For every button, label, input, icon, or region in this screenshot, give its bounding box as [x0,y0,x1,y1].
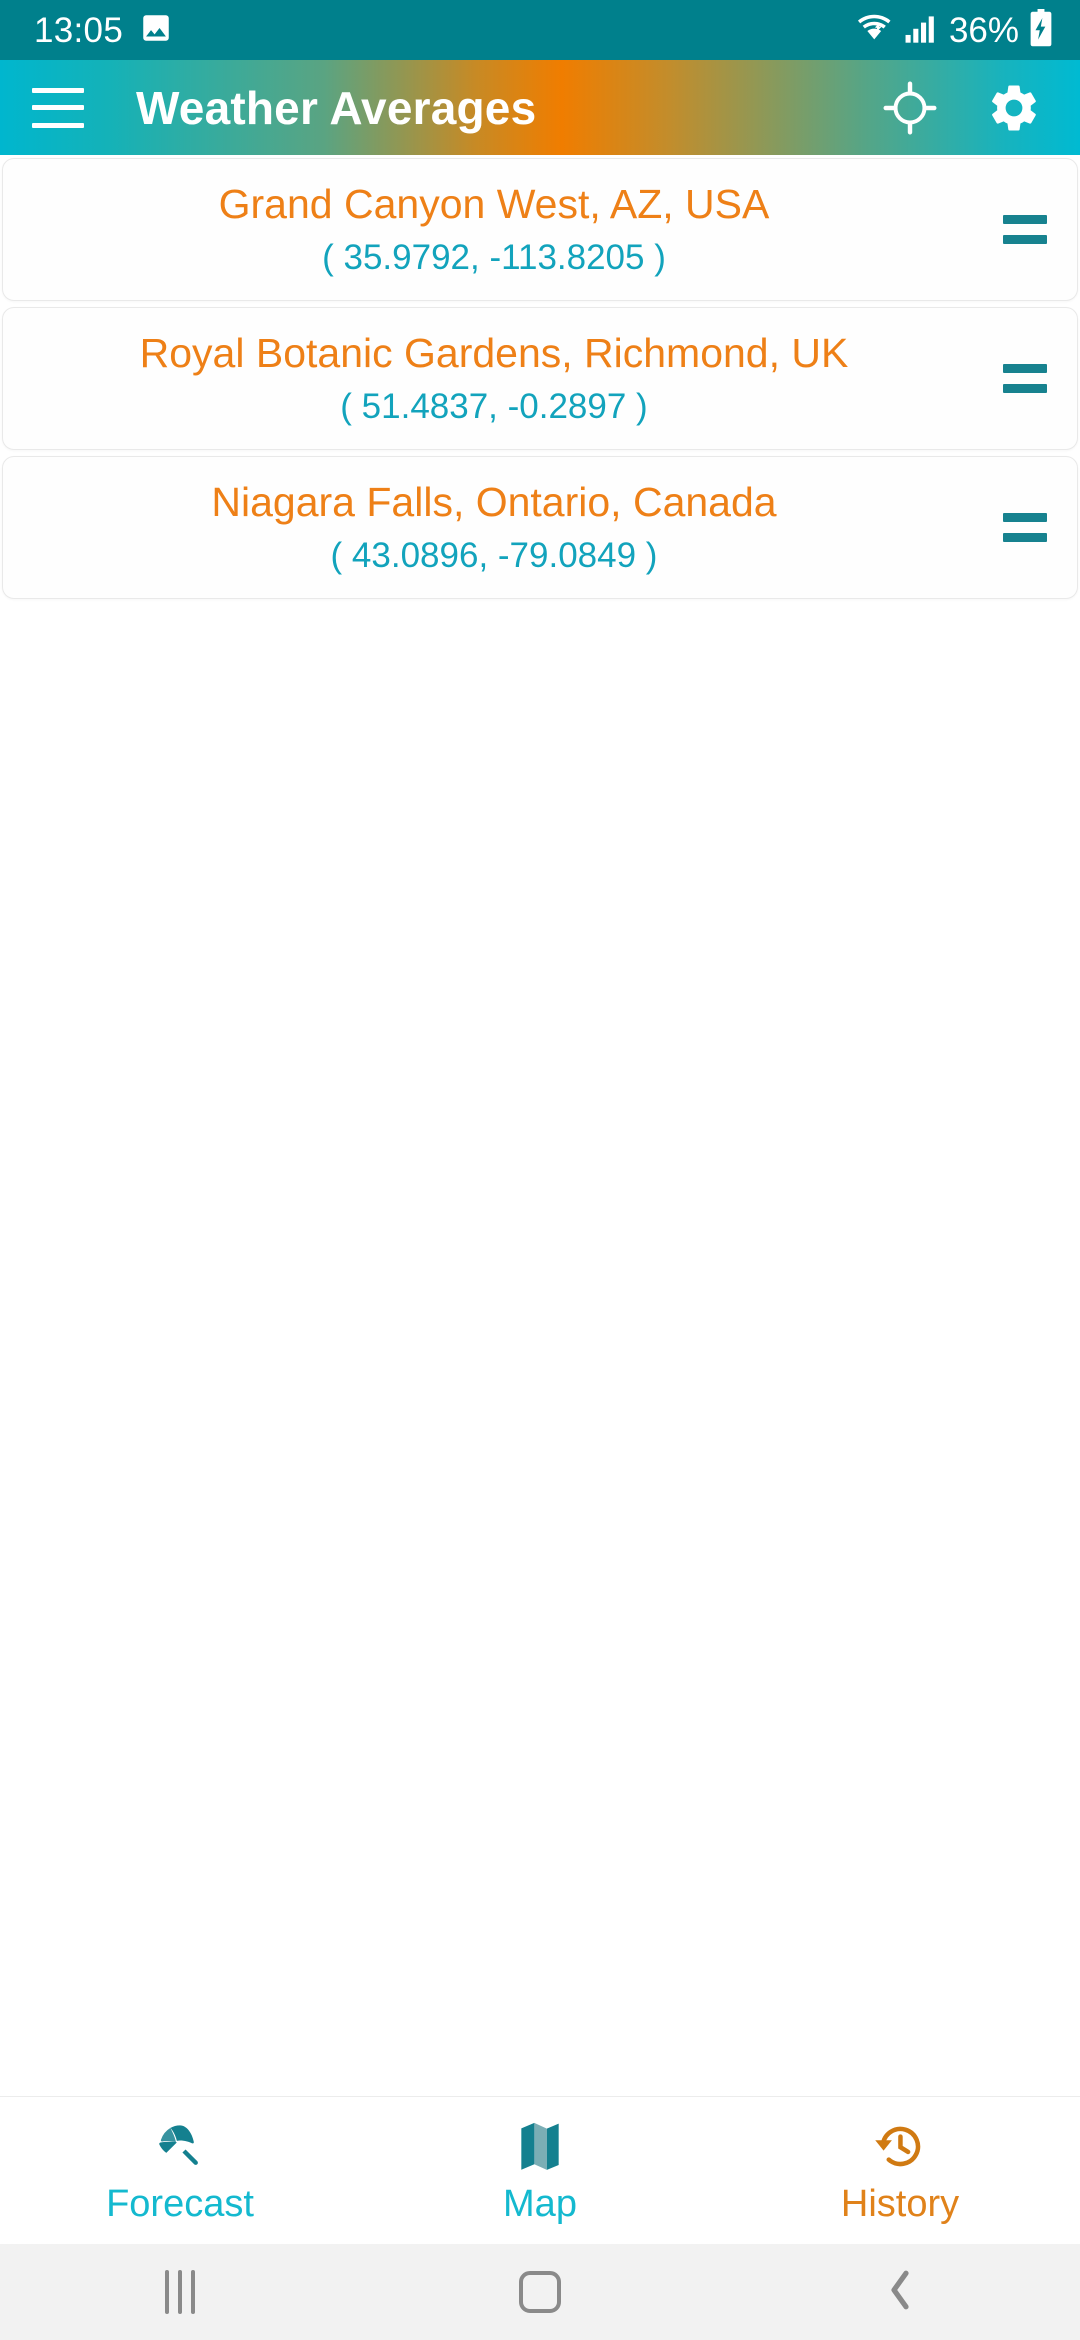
page-title: Weather Averages [136,81,537,134]
recents-icon [165,2270,195,2314]
location-coordinates: ( 51.4837, -0.2897 ) [340,386,648,426]
gallery-image-icon [139,11,173,50]
app-bar: Weather Averages [0,60,1080,155]
drag-handle-icon[interactable] [973,159,1077,300]
drag-handle-icon[interactable] [973,457,1077,598]
battery-charging-icon [1028,8,1054,52]
location-coordinates: ( 43.0896, -79.0849 ) [330,535,658,575]
home-button[interactable] [360,2244,720,2340]
location-card[interactable]: Grand Canyon West, AZ, USA ( 35.9792, -1… [2,158,1078,301]
clock-history-icon [873,2119,927,2175]
location-card-text: Royal Botanic Gardens, Richmond, UK ( 51… [3,329,973,426]
location-name: Royal Botanic Gardens, Richmond, UK [139,329,849,376]
home-icon [519,2271,561,2313]
tab-map[interactable]: Map [360,2097,720,2244]
tab-history[interactable]: History [720,2097,1080,2244]
wifi-icon [855,10,895,51]
back-button[interactable] [720,2244,1080,2340]
folded-map-icon [517,2119,563,2175]
location-card-text: Grand Canyon West, AZ, USA ( 35.9792, -1… [3,180,973,277]
location-card[interactable]: Royal Botanic Gardens, Richmond, UK ( 51… [2,307,1078,450]
location-card-text: Niagara Falls, Ontario, Canada ( 43.0896… [3,478,973,575]
tab-label: Forecast [106,2182,254,2225]
status-bar-left: 13:05 [34,11,173,50]
settings-gear-icon[interactable] [986,80,1042,136]
back-chevron-icon [882,2266,918,2319]
battery-percent-label: 36% [948,10,1019,50]
status-bar: 13:05 36% [0,0,1080,60]
tab-label: Map [503,2182,577,2225]
drag-handle-icon[interactable] [973,308,1077,449]
tab-forecast[interactable]: Forecast [0,2097,360,2244]
status-bar-right: 36% [855,8,1054,52]
tab-label: History [840,2182,960,2225]
status-bar-clock: 13:05 [34,10,124,50]
gps-locate-icon[interactable] [882,80,938,136]
android-nav-bar [0,2244,1080,2340]
cellular-signal-icon [904,11,938,50]
location-list: Grand Canyon West, AZ, USA ( 35.9792, -1… [0,155,1080,2096]
app-bar-actions [882,80,1050,136]
recents-button[interactable] [0,2244,360,2340]
hamburger-menu-icon[interactable] [32,87,84,128]
location-name: Niagara Falls, Ontario, Canada [211,478,777,525]
location-name: Grand Canyon West, AZ, USA [218,180,770,227]
location-card[interactable]: Niagara Falls, Ontario, Canada ( 43.0896… [2,456,1078,599]
beach-umbrella-icon [154,2119,206,2175]
app-screen: 13:05 36% Weather Averages Grand Canyon … [0,0,1080,2340]
bottom-tab-bar: Forecast Map History [0,2096,1080,2244]
location-coordinates: ( 35.9792, -113.8205 ) [322,237,666,277]
